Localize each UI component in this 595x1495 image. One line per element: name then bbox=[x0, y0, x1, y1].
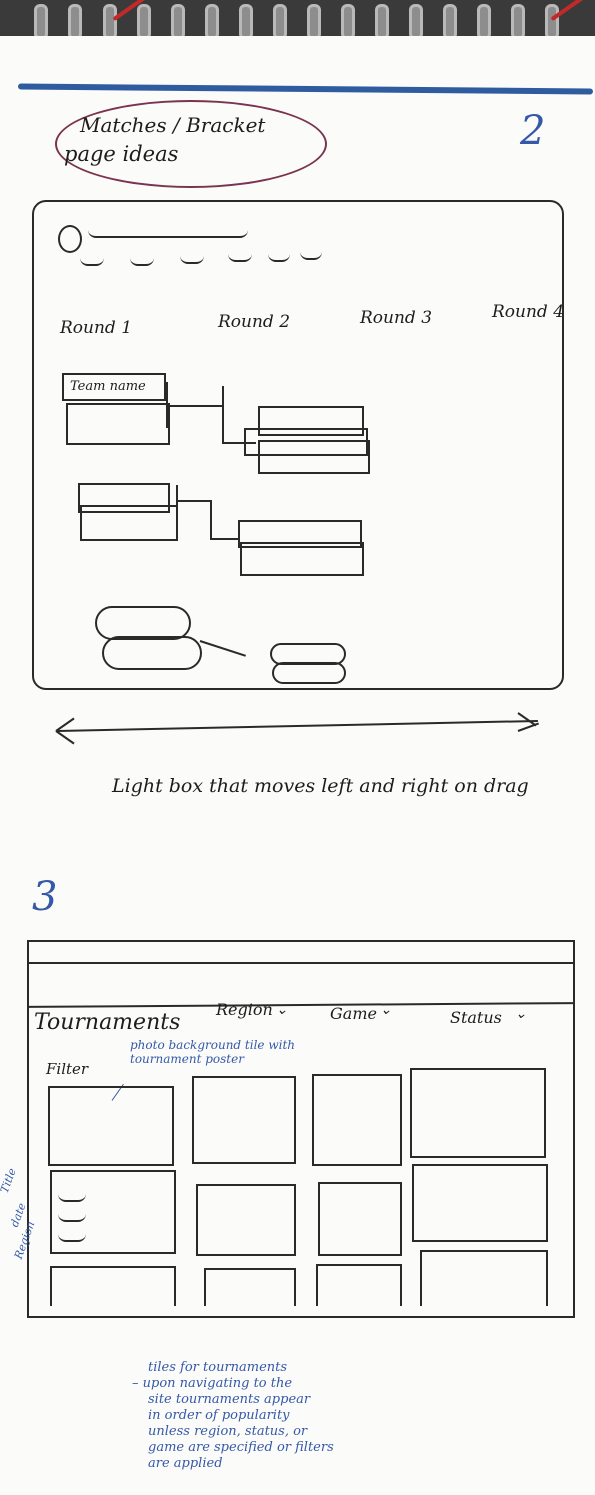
logo-scribble bbox=[88, 230, 248, 238]
filter-label: Filter bbox=[46, 1060, 89, 1078]
team-slot: Team name bbox=[62, 373, 166, 401]
bracket-connector bbox=[210, 538, 240, 540]
note-line: tiles for tournaments bbox=[148, 1360, 288, 1375]
spiral-coil bbox=[205, 4, 219, 40]
bracket-connector bbox=[176, 485, 178, 525]
spiral-coil bbox=[273, 4, 287, 40]
date-scribble bbox=[58, 1214, 86, 1222]
heading-line-1: Matches / Bracket bbox=[80, 113, 266, 137]
tournament-tile bbox=[412, 1164, 548, 1242]
chevron-down-icon: ⌄ bbox=[515, 1006, 527, 1022]
round-label-4: Round 4 bbox=[492, 302, 565, 322]
heading-line-2: page ideas bbox=[64, 142, 179, 166]
side-label-title: Title bbox=[0, 1166, 19, 1195]
page-number: 2 bbox=[520, 108, 546, 154]
team-slot bbox=[66, 403, 170, 445]
bracket-connector bbox=[166, 405, 222, 407]
tournament-tile bbox=[318, 1182, 402, 1256]
page-number-2: 3 bbox=[32, 874, 58, 920]
spiral-coil bbox=[103, 4, 117, 40]
tournament-tile bbox=[50, 1266, 176, 1306]
note-line: unless region, status, or bbox=[148, 1424, 308, 1439]
spiral-coil bbox=[171, 4, 185, 40]
bracket-connector bbox=[222, 386, 224, 444]
round-label-1: Round 1 bbox=[60, 318, 133, 338]
tournament-tile bbox=[316, 1264, 402, 1306]
spiral-coil bbox=[137, 4, 151, 40]
spiral-coil bbox=[375, 4, 389, 40]
drag-arrowhead-left bbox=[55, 730, 75, 745]
spiral-coil bbox=[511, 4, 525, 40]
spiral-coil bbox=[443, 4, 457, 40]
drag-arrowhead-right bbox=[517, 722, 540, 732]
spiral-coil bbox=[545, 4, 559, 40]
region-scribble bbox=[58, 1234, 86, 1242]
team-slot-rounded bbox=[272, 662, 346, 684]
spiral-coil bbox=[477, 4, 491, 40]
team-slot bbox=[80, 505, 178, 541]
note-line: site tournaments appear bbox=[148, 1392, 311, 1407]
spiral-coil bbox=[68, 4, 82, 40]
team-slot-rounded bbox=[95, 606, 191, 640]
tournament-tile bbox=[50, 1170, 176, 1254]
notes-block: tiles for tournaments – upon navigating … bbox=[132, 1360, 334, 1472]
game-dropdown: Game bbox=[330, 1004, 377, 1023]
bracket-connector bbox=[210, 500, 212, 538]
team-slot-rounded bbox=[102, 636, 202, 670]
tournament-tile bbox=[48, 1086, 174, 1166]
tournament-tile bbox=[410, 1068, 546, 1158]
note-line: game are specified or filters bbox=[148, 1440, 334, 1455]
blue-header-rule bbox=[17, 83, 594, 95]
status-dropdown: Status bbox=[450, 1008, 502, 1027]
chevron-down-icon: ⌄ bbox=[380, 1002, 392, 1018]
tile-note: photo background tile with tournament po… bbox=[130, 1038, 295, 1066]
team-name-label: Team name bbox=[70, 379, 146, 394]
spiral-coil bbox=[34, 4, 48, 40]
spiral-coil bbox=[409, 4, 423, 40]
title-scribble bbox=[58, 1194, 86, 1202]
tournaments-title: Tournaments bbox=[34, 1010, 181, 1035]
chevron-down-icon: ⌄ bbox=[276, 1002, 288, 1018]
note-line: – upon navigating to the bbox=[132, 1376, 293, 1391]
tournament-tile bbox=[420, 1250, 548, 1306]
lightbox-caption: Light box that moves left and right on d… bbox=[112, 775, 529, 797]
header-divider bbox=[27, 962, 575, 964]
logo-circle bbox=[58, 225, 82, 253]
team-slot bbox=[240, 542, 364, 576]
bracket-connector bbox=[178, 500, 210, 502]
note-line: are applied bbox=[148, 1456, 223, 1471]
drag-arrow-line bbox=[57, 719, 538, 732]
round-label-2: Round 2 bbox=[218, 312, 291, 332]
round-label-3: Round 3 bbox=[360, 308, 433, 328]
tournament-tile bbox=[312, 1074, 402, 1166]
spiral-coil bbox=[341, 4, 355, 40]
tournament-tile bbox=[196, 1184, 296, 1256]
notebook-page: 2 Matches / Bracket page ideas Round 1 R… bbox=[0, 0, 595, 1495]
spiral-coil bbox=[239, 4, 253, 40]
tournament-tile bbox=[192, 1076, 296, 1164]
region-dropdown: Region bbox=[216, 1000, 273, 1019]
paper-edge bbox=[0, 36, 595, 50]
spiral-coil bbox=[307, 4, 321, 40]
tournament-tile bbox=[204, 1268, 296, 1306]
team-slot bbox=[258, 440, 370, 474]
note-line: in order of popularity bbox=[148, 1408, 290, 1423]
